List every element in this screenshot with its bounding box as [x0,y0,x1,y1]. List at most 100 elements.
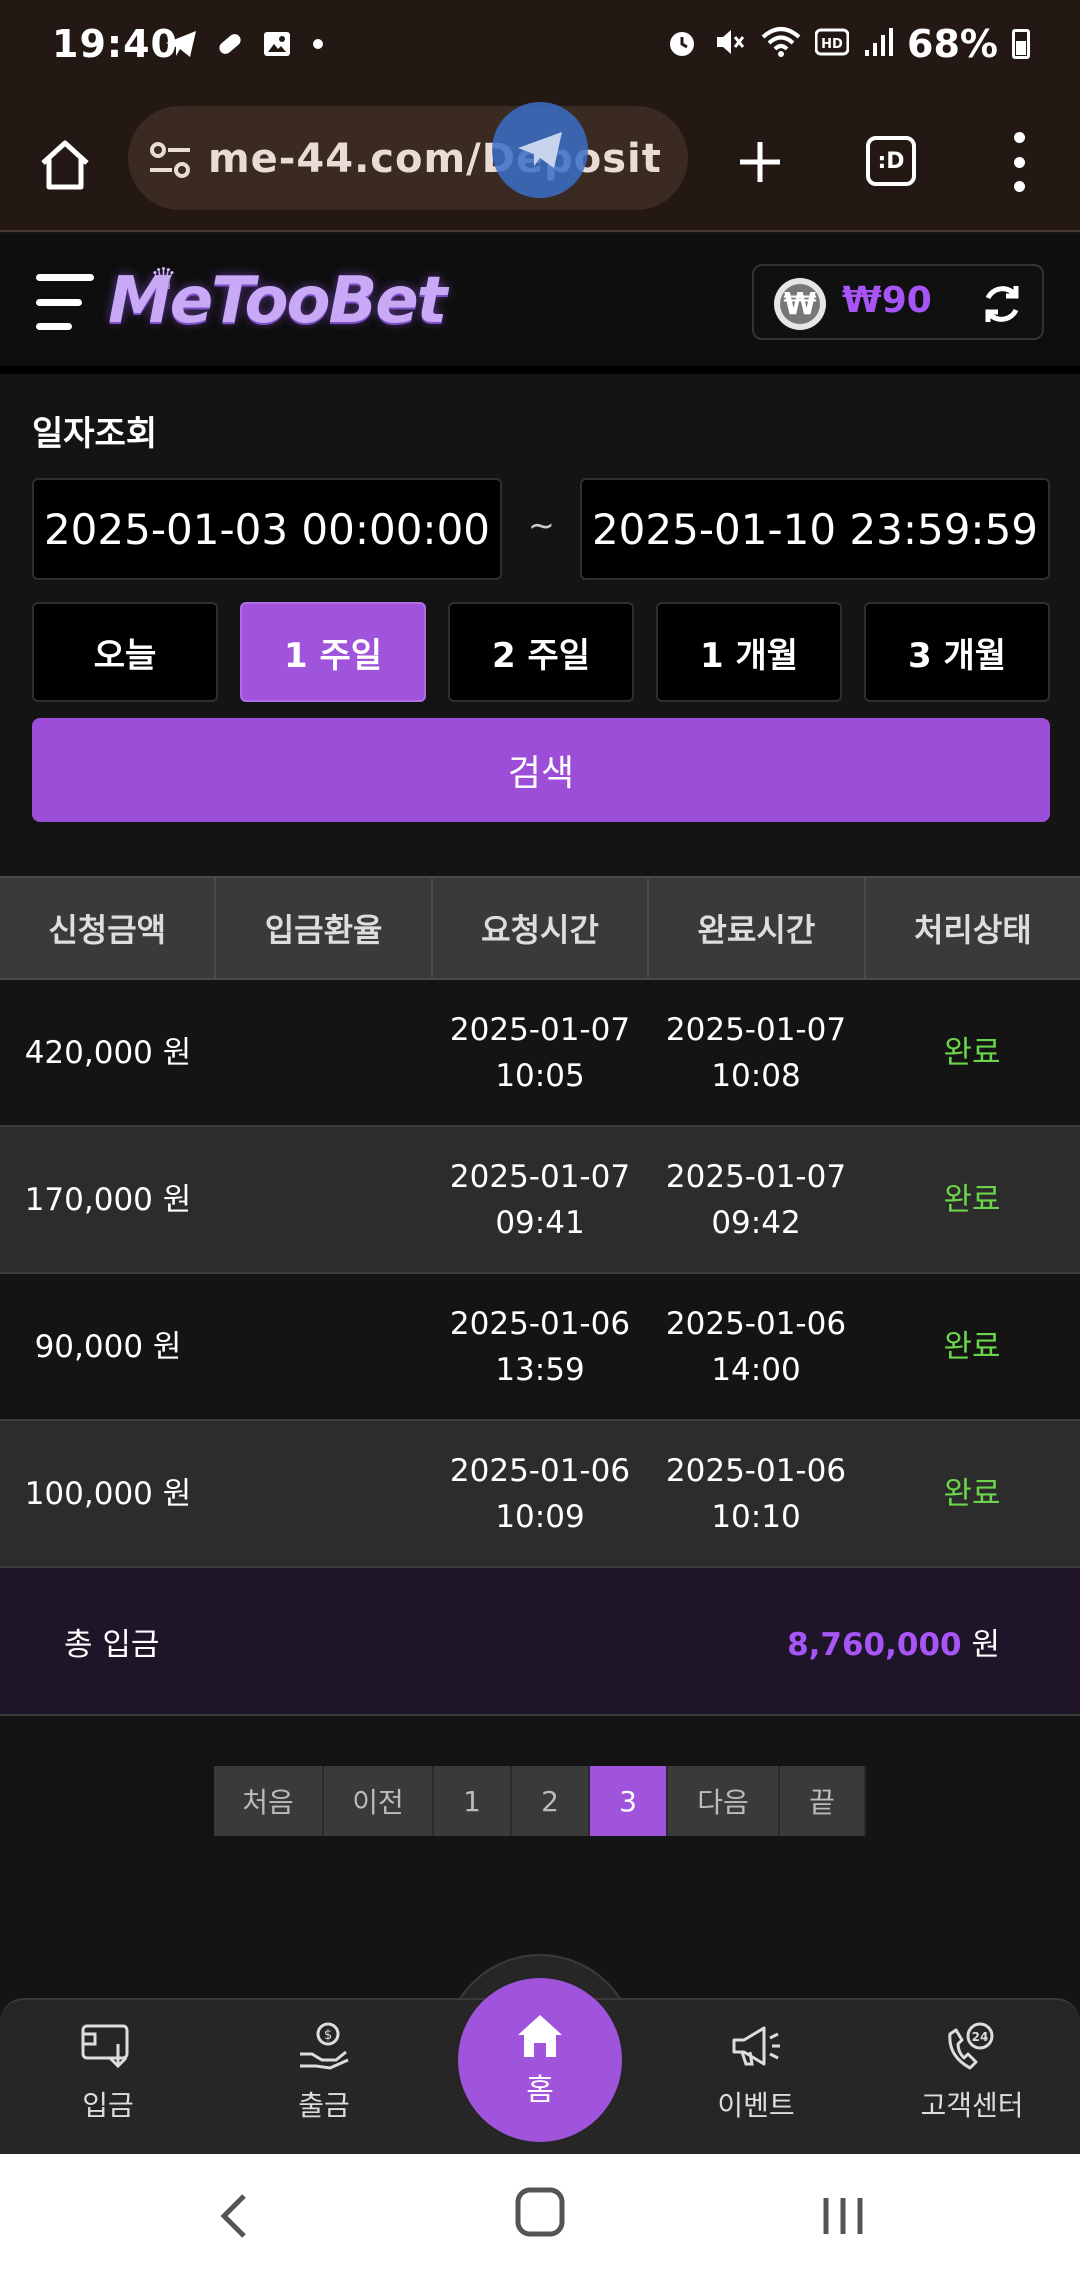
start-date-field[interactable]: 2025-01-03 00:00:00 [32,478,502,580]
total-deposit-unit: 원 [971,1626,1000,1663]
status-bar: 19:40 HD 68% [0,0,1080,102]
cell-amount: 420,000 원 [24,1034,192,1071]
browser-toolbar: me-44.com/Deposit :D [0,102,1080,232]
android-recents-icon[interactable] [818,2188,868,2248]
svg-text:$: $ [324,2028,332,2043]
cell-status: 완료 [943,1181,1001,1218]
page-2-button[interactable]: 2 [512,1766,590,1836]
cell-request-time: 2025-01-06 13:59 [449,1305,631,1388]
page-1-button[interactable]: 1 [434,1766,512,1836]
page-first-button[interactable]: 처음 [214,1766,324,1836]
cell-status: 완료 [943,1328,1001,1365]
cell-amount: 90,000 원 [34,1328,182,1365]
tab-switcher-button[interactable]: :D [866,136,916,186]
nav-deposit[interactable]: 입금 [8,2016,208,2124]
wifi-icon [761,25,801,63]
nav-event-label: 이벤트 [717,2089,795,2122]
period-buttons: 오늘 1 주일 2 주일 1 개월 3 개월 [32,602,1050,702]
menu-icon[interactable] [36,274,96,330]
telegram-floating-icon[interactable] [492,102,588,198]
site-settings-icon[interactable] [148,140,192,184]
cell-request-time: 2025-01-07 09:41 [449,1158,631,1241]
browser-menu-button[interactable] [1004,132,1034,192]
date-search-title: 일자조회 [32,414,158,454]
android-back-icon[interactable] [214,2188,254,2248]
refresh-icon[interactable] [978,280,1026,328]
cell-request-time: 2025-01-06 10:09 [449,1452,631,1535]
nav-support[interactable]: 24 고객센터 [872,2016,1072,2124]
column-header-amount: 신청금액 [0,878,217,978]
column-header-complete-time: 완료시간 [649,878,866,978]
cell-request-time: 2025-01-07 10:05 [449,1011,631,1094]
cell-status: 완료 [943,1034,1001,1071]
page-next-button[interactable]: 다음 [668,1766,780,1836]
plus-icon [740,142,780,182]
total-deposit-label: 총 입금 [64,1626,160,1663]
page-last-button[interactable]: 끝 [780,1766,866,1836]
table-row: 420,000 원 2025-01-07 10:05 2025-01-07 10:0… [0,980,1080,1127]
new-tab-button[interactable] [728,130,792,194]
android-navigation-bar [0,2154,1080,2280]
alarm-icon [665,25,699,63]
date-separator: ~ [528,506,555,544]
period-3month-button[interactable]: 3 개월 [864,602,1050,702]
cell-complete-time: 2025-01-06 14:00 [665,1305,847,1388]
period-2week-button[interactable]: 2 주일 [448,602,634,702]
nav-deposit-label: 입금 [82,2089,134,2122]
cell-rate [216,1421,432,1566]
battery-icon [1012,29,1030,59]
column-header-rate: 입금환율 [216,878,433,978]
android-home-icon[interactable] [512,2184,568,2244]
browser-home-button[interactable] [30,130,100,200]
table-header: 신청금액 입금환율 요청시간 완료시간 처리상태 [0,876,1080,980]
signal-icon [863,26,894,62]
nav-event[interactable]: 이벤트 [656,2016,856,2124]
cell-complete-time: 2025-01-07 10:08 [665,1011,847,1094]
search-button[interactable]: 검색 [32,718,1050,822]
svg-text:HD: HD [821,37,843,52]
support-24-icon: 24 [942,2016,1002,2076]
column-header-status: 처리상태 [913,911,1032,949]
cell-rate [216,1127,432,1272]
dot-icon [308,34,328,58]
nav-withdraw[interactable]: $ 출금 [224,2016,424,2124]
cell-complete-time: 2025-01-06 10:10 [665,1452,847,1535]
cell-rate [216,1274,432,1419]
period-1week-button[interactable]: 1 주일 [240,602,426,702]
site-logo[interactable]: MeTooBet [108,264,447,338]
status-time: 19:40 [52,22,178,66]
total-deposit-amount: 8,760,000 [787,1626,962,1663]
period-today-button[interactable]: 오늘 [32,602,218,702]
nav-home-label: 홈 [526,2073,554,2108]
balance-amount: ₩90 [842,280,932,321]
pill-icon [214,28,246,64]
page-prev-button[interactable]: 이전 [324,1766,434,1836]
total-deposit-value: 8,760,000 원 [787,1619,1000,1664]
image-icon [262,29,292,63]
nav-withdraw-label: 출금 [298,2089,350,2122]
end-date-field[interactable]: 2025-01-10 23:59:59 [580,478,1050,580]
column-header-request-time: 요청시간 [433,878,650,978]
url-text: me-44.com/Deposit [208,136,662,182]
balance-box: ₩ ₩90 [752,264,1044,340]
home-icon [41,140,89,190]
cell-amount: 170,000 원 [24,1181,192,1218]
svg-text:24: 24 [972,2030,989,2044]
won-coin-icon: ₩ [774,278,826,330]
mute-icon [713,25,747,63]
nav-home-button[interactable]: 홈 [458,1978,622,2142]
battery-percent: 68% [907,22,998,66]
table-row: 90,000 원 2025-01-06 13:59 2025-01-06 14:00… [0,1274,1080,1421]
table-row: 100,000 원 2025-01-06 10:09 2025-01-06 10:1… [0,1421,1080,1568]
deposit-history-table: 신청금액 입금환율 요청시간 완료시간 처리상태 420,000 원 2025-… [0,876,1080,1716]
address-bar[interactable]: me-44.com/Deposit [128,102,688,210]
period-1month-button[interactable]: 1 개월 [656,602,842,702]
withdraw-icon: $ [294,2016,354,2076]
cell-amount: 100,000 원 [24,1475,192,1512]
page-3-button[interactable]: 3 [590,1766,668,1836]
site-header: ♛ MeTooBet ₩ ₩90 [0,234,1080,374]
total-deposit-row: 총 입금 8,760,000 원 [0,1568,1080,1716]
home-icon [518,2015,562,2057]
cell-rate [216,980,432,1125]
telegram-icon [164,29,198,63]
